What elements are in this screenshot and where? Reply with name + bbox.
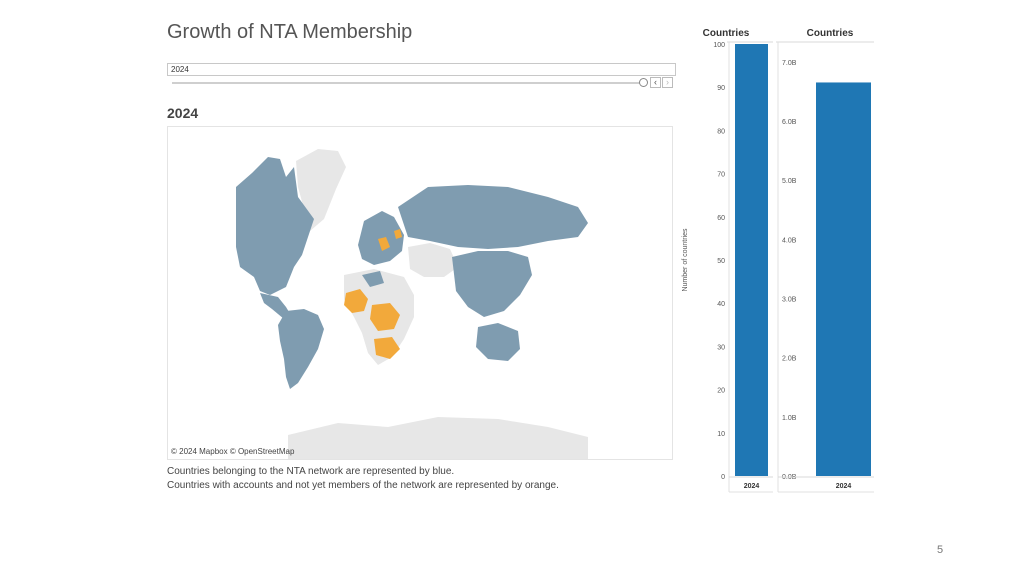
y-tick-label: 100 bbox=[713, 42, 725, 49]
x-tick-label: 2024 bbox=[744, 483, 760, 490]
y-tick-label: 40 bbox=[717, 301, 725, 308]
y-tick-label: 90 bbox=[717, 85, 725, 92]
bar-2024[interactable] bbox=[816, 82, 871, 476]
world-map-svg[interactable] bbox=[168, 127, 672, 459]
y-tick-label: 10 bbox=[717, 431, 725, 438]
chart-title: Countries bbox=[807, 28, 854, 39]
y-tick-label: 4.0B bbox=[782, 237, 797, 244]
countries-population-chart: Countries0.0B1.0B2.0B3.0B4.0B5.0B6.0B7.0… bbox=[776, 28, 874, 493]
map-region-south-east-asia[interactable] bbox=[452, 251, 532, 317]
page-number: 5 bbox=[937, 544, 944, 556]
y-axis-label: Number of countries bbox=[682, 228, 689, 292]
y-tick-label: 1.0B bbox=[782, 415, 797, 422]
y-tick-label: 50 bbox=[717, 258, 725, 265]
y-tick-label: 7.0B bbox=[782, 60, 797, 67]
bar-2024[interactable] bbox=[735, 44, 768, 476]
year-slider-track[interactable] bbox=[172, 82, 642, 84]
world-map[interactable]: © 2024 Mapbox © OpenStreetMap bbox=[167, 126, 673, 460]
map-region-south-america[interactable] bbox=[278, 309, 324, 389]
y-tick-label: 5.0B bbox=[782, 178, 797, 185]
map-region-north-asia[interactable] bbox=[398, 185, 588, 249]
map-region-australia[interactable] bbox=[476, 323, 520, 361]
y-tick-label: 20 bbox=[717, 388, 725, 395]
y-tick-label: 80 bbox=[717, 128, 725, 135]
countries-count-chart: Countries 0 10 20 30 40 50 60 70 80 90 100 2024 Numbe… bbox=[682, 28, 773, 493]
y-tick-label: 6.0B bbox=[782, 119, 797, 126]
map-region-central-asia[interactable] bbox=[408, 243, 458, 277]
year-filter-input[interactable]: 2024 bbox=[167, 63, 676, 76]
x-tick-label: 2024 bbox=[836, 483, 852, 490]
legend-note-blue: Countries belonging to the NTA network a… bbox=[167, 466, 455, 477]
map-attribution: © 2024 Mapbox © OpenStreetMap bbox=[171, 447, 295, 456]
legend-note-orange: Countries with accounts and not yet memb… bbox=[167, 480, 559, 491]
chart-title: Countries bbox=[703, 28, 750, 39]
page-title: Growth of NTA Membership bbox=[167, 21, 413, 43]
y-tick-label: 30 bbox=[717, 344, 725, 351]
y-tick-label: 2.0B bbox=[782, 356, 797, 363]
year-slider-thumb[interactable] bbox=[639, 78, 648, 87]
map-region-antarctica[interactable] bbox=[288, 417, 588, 459]
map-year-heading: 2024 bbox=[167, 105, 199, 121]
y-tick-label: 70 bbox=[717, 172, 725, 179]
y-tick-label: 60 bbox=[717, 215, 725, 222]
y-tick-label: 3.0B bbox=[782, 296, 797, 303]
chevron-right-icon[interactable]: › bbox=[662, 77, 673, 88]
chevron-left-icon[interactable]: ‹ bbox=[650, 77, 661, 88]
y-tick-label: 0 bbox=[721, 474, 725, 481]
